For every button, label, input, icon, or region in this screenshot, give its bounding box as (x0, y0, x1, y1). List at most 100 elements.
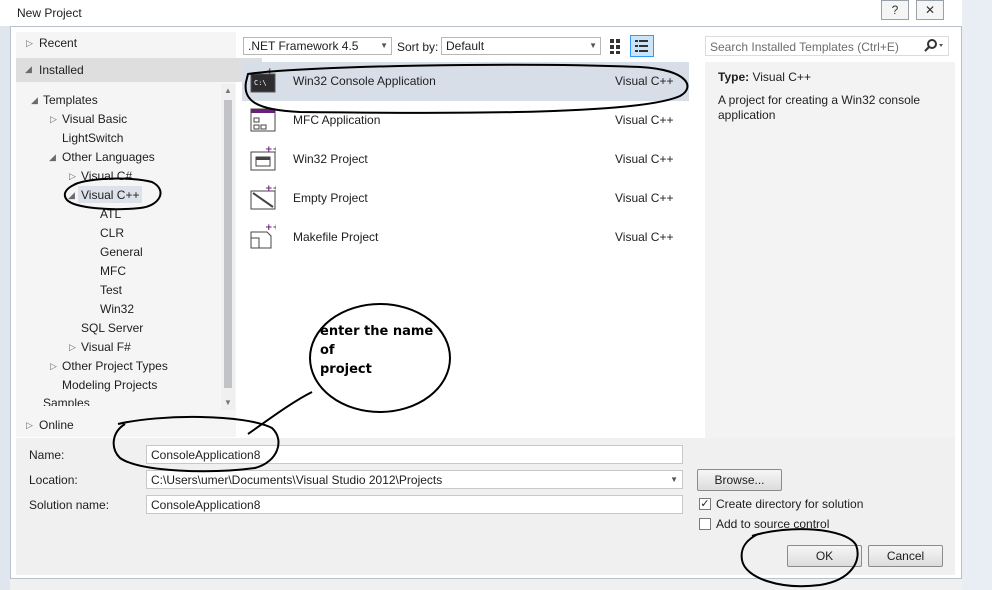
add-source-control-label: Add to source control (716, 517, 830, 531)
cancel-button[interactable]: Cancel (868, 545, 943, 567)
search-button[interactable] (921, 38, 945, 54)
sort-by-label: Sort by: (397, 40, 439, 54)
win32-project-icon: ++ (250, 145, 276, 171)
tree-item-clr[interactable]: CLR (100, 226, 124, 240)
collapse-arrow-icon[interactable]: ◢ (25, 64, 32, 75)
tree-item-installed[interactable]: Installed (39, 63, 84, 77)
solution-name-label: Solution name: (29, 498, 110, 512)
chevron-down-icon[interactable]: ▼ (670, 475, 678, 484)
ok-button[interactable]: OK (787, 545, 862, 567)
template-row-win32-console[interactable]: C:\ ++ Win32 Console Application Visual … (242, 62, 689, 101)
type-value: Visual C++ (752, 70, 811, 84)
template-lang: Visual C++ (615, 152, 674, 166)
framework-value: .NET Framework 4.5 (248, 39, 359, 53)
svg-text:++: ++ (265, 184, 276, 194)
description-text: A project for creating a Win32 console a… (718, 93, 921, 122)
template-description-panel: Type: Visual C++ A project for creating … (705, 62, 955, 438)
expand-arrow-icon[interactable]: ▷ (69, 171, 76, 182)
tree-item-other-languages[interactable]: Other Languages (62, 150, 155, 164)
svg-text:++: ++ (265, 223, 276, 233)
tree-item-visual-fsharp[interactable]: Visual F# (81, 340, 131, 354)
location-label: Location: (29, 473, 78, 487)
template-lang: Visual C++ (615, 113, 674, 127)
grid-view-icon (610, 39, 620, 54)
tree-item-online[interactable]: Online (39, 418, 74, 432)
title-bar: New Project ? ✕ (0, 0, 962, 26)
template-row-makefile-project[interactable]: ++ Makefile Project Visual C++ (242, 218, 689, 257)
template-row-empty-project[interactable]: ++ Empty Project Visual C++ (242, 179, 689, 218)
type-label: Type: (718, 70, 750, 84)
chevron-down-icon: ▼ (380, 41, 388, 50)
annotation-line: of (320, 343, 335, 358)
tree-item-recent[interactable]: Recent (39, 36, 77, 50)
empty-project-icon: ++ (250, 184, 276, 210)
template-name: Makefile Project (293, 230, 379, 244)
tree-item-visual-basic[interactable]: Visual Basic (62, 112, 127, 126)
tree-item-sql-server[interactable]: SQL Server (81, 321, 143, 335)
sort-value: Default (446, 39, 485, 53)
expand-arrow-icon[interactable]: ▷ (26, 38, 33, 49)
close-button[interactable]: ✕ (916, 0, 944, 20)
expand-arrow-icon[interactable]: ▷ (50, 114, 57, 125)
tree-item-samples[interactable]: Samples (43, 396, 90, 406)
browse-button[interactable]: Browse... (697, 469, 782, 491)
tree-item-templates[interactable]: Templates (43, 93, 98, 107)
annotation-note: enter the name of project (320, 322, 433, 379)
template-row-win32-project[interactable]: ++ Win32 Project Visual C++ (242, 140, 689, 179)
tree-item-lightswitch[interactable]: LightSwitch (62, 131, 123, 145)
list-view-icon (635, 40, 648, 52)
location-field[interactable]: C:\Users\umer\Documents\Visual Studio 20… (146, 470, 683, 489)
svg-text:C:\: C:\ (254, 79, 267, 87)
chevron-down-icon: ▼ (589, 41, 597, 50)
expand-arrow-icon[interactable]: ▷ (69, 342, 76, 353)
svg-text:++: ++ (266, 67, 276, 77)
search-input[interactable]: Search Installed Templates (Ctrl+E) (705, 36, 949, 56)
search-placeholder: Search Installed Templates (Ctrl+E) (710, 40, 899, 54)
tree-item-test[interactable]: Test (100, 283, 122, 297)
collapse-arrow-icon[interactable]: ◢ (68, 190, 75, 201)
scroll-down-icon[interactable]: ▼ (224, 398, 232, 407)
tree-item-win32[interactable]: Win32 (100, 302, 134, 316)
annotation-line: project (320, 362, 372, 377)
create-directory-label: Create directory for solution (716, 497, 864, 511)
background-window-edge-left (0, 26, 10, 590)
tree-item-visual-csharp[interactable]: Visual C# (81, 169, 132, 183)
tree-item-visual-cpp[interactable]: Visual C++ (81, 188, 139, 202)
sort-dropdown[interactable]: Default ▼ (441, 37, 601, 55)
background-window-edge (962, 0, 992, 590)
tree-scrollbar-thumb[interactable] (224, 100, 232, 388)
add-source-control-checkbox[interactable] (699, 518, 711, 530)
framework-dropdown[interactable]: .NET Framework 4.5 ▼ (243, 37, 392, 55)
tree-item-modeling-projects[interactable]: Modeling Projects (62, 378, 157, 392)
name-field[interactable]: ConsoleApplication8 (146, 445, 683, 464)
mfc-app-icon (250, 108, 276, 132)
makefile-project-icon: ++ (250, 223, 276, 249)
tree-item-mfc[interactable]: MFC (100, 264, 126, 278)
expand-arrow-icon[interactable]: ▷ (26, 420, 33, 431)
template-row-mfc-application[interactable]: MFC Application Visual C++ (242, 101, 689, 140)
template-lang: Visual C++ (615, 191, 674, 205)
template-lang: Visual C++ (615, 230, 674, 244)
tree-item-other-project-types[interactable]: Other Project Types (62, 359, 168, 373)
create-directory-checkbox[interactable]: ✓ (699, 498, 711, 510)
template-lang: Visual C++ (615, 74, 674, 88)
tree-item-atl[interactable]: ATL (100, 207, 121, 221)
collapse-arrow-icon[interactable]: ◢ (49, 152, 56, 163)
template-name: Win32 Console Application (293, 74, 436, 88)
collapse-arrow-icon[interactable]: ◢ (31, 95, 38, 106)
template-name: MFC Application (293, 113, 381, 127)
template-name: Win32 Project (293, 152, 368, 166)
solution-name-field[interactable]: ConsoleApplication8 (146, 495, 683, 514)
scroll-up-icon[interactable]: ▲ (224, 86, 232, 95)
window-title: New Project (17, 6, 82, 20)
template-name: Empty Project (293, 191, 368, 205)
help-button[interactable]: ? (881, 0, 909, 20)
expand-arrow-icon[interactable]: ▷ (50, 361, 57, 372)
annotation-line: enter the name (320, 324, 434, 339)
svg-text:++: ++ (265, 145, 276, 155)
location-value: C:\Users\umer\Documents\Visual Studio 20… (151, 473, 443, 487)
list-view-button[interactable] (630, 35, 654, 57)
tree-item-general[interactable]: General (100, 245, 143, 259)
small-icons-view-button[interactable] (606, 36, 628, 56)
search-icon (924, 39, 943, 52)
